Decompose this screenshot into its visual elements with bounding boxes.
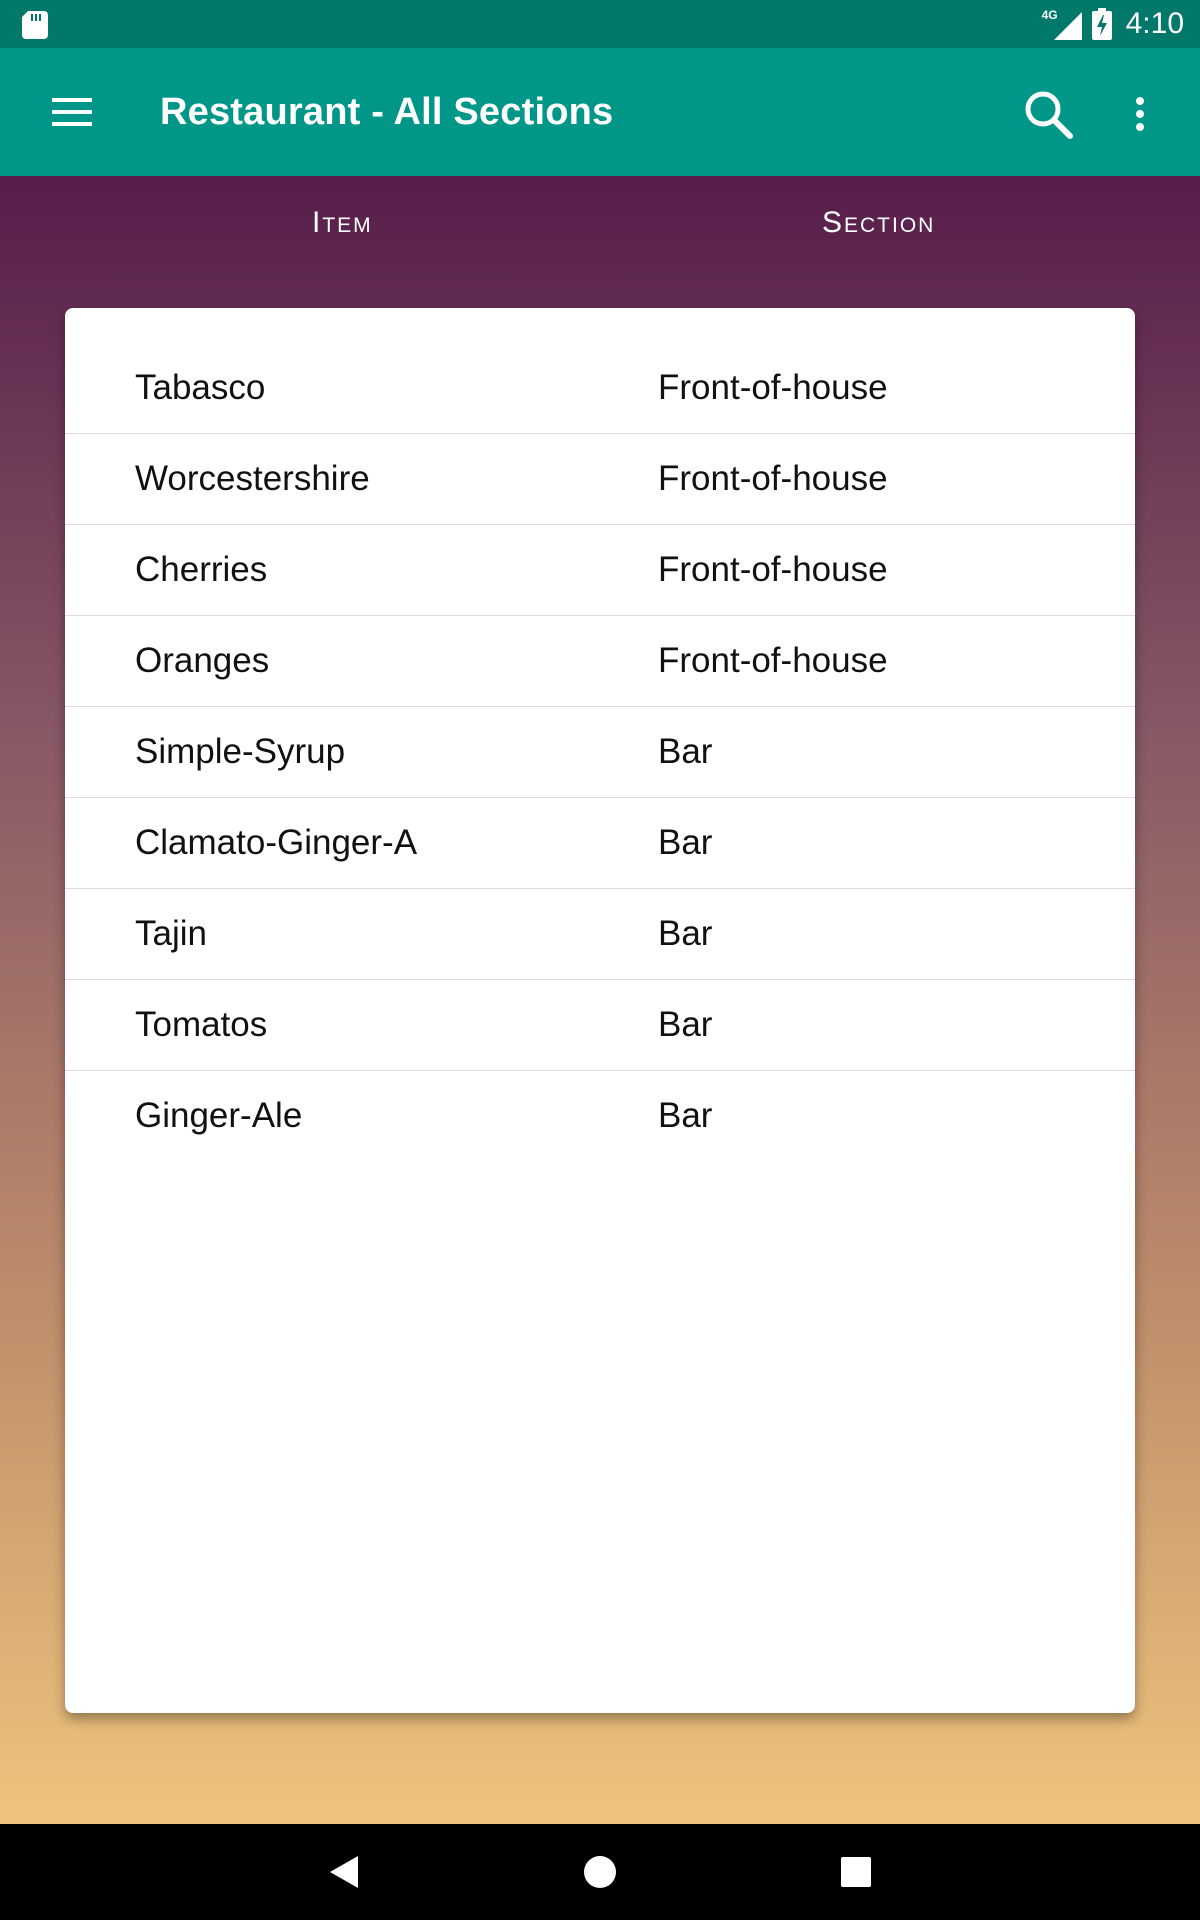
back-icon — [330, 1856, 358, 1888]
search-button[interactable] — [1016, 82, 1080, 146]
search-icon — [1025, 91, 1073, 139]
sd-card-icon — [22, 11, 48, 39]
item-name: Tabasco — [135, 368, 266, 407]
menu-button[interactable] — [38, 82, 106, 142]
item-section: Bar — [658, 1005, 713, 1044]
list-item[interactable]: Tajin Bar — [65, 889, 1135, 980]
back-button[interactable] — [314, 1842, 374, 1902]
item-name: Simple-Syrup — [135, 732, 346, 771]
item-section: Front-of-house — [658, 641, 888, 680]
list-item[interactable]: Tabasco Front-of-house — [65, 343, 1135, 434]
item-name: Tajin — [135, 914, 207, 953]
recents-icon — [841, 1857, 871, 1887]
list-item[interactable]: Ginger-Ale Bar — [65, 1071, 1135, 1161]
list-item[interactable]: Simple-Syrup Bar — [65, 707, 1135, 798]
system-nav-bar — [0, 1824, 1200, 1920]
item-section: Bar — [658, 732, 713, 771]
item-name: Tomatos — [135, 1005, 268, 1044]
main-content: Item Section Tabasco Front-of-house Worc… — [0, 176, 1200, 1824]
home-button[interactable] — [570, 1842, 630, 1902]
list-item[interactable]: Clamato-Ginger-A Bar — [65, 798, 1135, 889]
status-time: 4:10 — [1125, 7, 1184, 40]
list-item[interactable]: Tomatos Bar — [65, 980, 1135, 1071]
item-name: Clamato-Ginger-A — [135, 823, 418, 862]
item-section: Bar — [658, 914, 713, 953]
list-item[interactable]: Oranges Front-of-house — [65, 616, 1135, 707]
item-section: Front-of-house — [658, 368, 888, 407]
item-name: Ginger-Ale — [135, 1096, 303, 1135]
page-title: Restaurant - All Sections — [160, 91, 614, 133]
app-bar: Restaurant - All Sections — [0, 48, 1200, 176]
column-header-item[interactable]: Item — [312, 206, 373, 240]
more-options-button[interactable] — [1110, 82, 1170, 146]
home-icon — [584, 1856, 616, 1888]
status-bar: 4G 4:10 — [0, 0, 1200, 48]
battery-charging-icon — [1091, 8, 1112, 40]
menu-icon — [52, 98, 92, 126]
items-list: Tabasco Front-of-house Worcestershire Fr… — [65, 308, 1135, 1161]
recents-button[interactable] — [826, 1842, 886, 1902]
item-name: Cherries — [135, 550, 268, 589]
list-item[interactable]: Cherries Front-of-house — [65, 525, 1135, 616]
item-section: Front-of-house — [658, 459, 888, 498]
item-name: Worcestershire — [135, 459, 370, 498]
items-card: Tabasco Front-of-house Worcestershire Fr… — [65, 308, 1135, 1713]
signal-icon: 4G — [1042, 8, 1082, 40]
item-name: Oranges — [135, 641, 270, 680]
status-icons: 4G 4:10 — [1042, 0, 1184, 48]
more-vert-icon — [1136, 97, 1144, 131]
list-item[interactable]: Worcestershire Front-of-house — [65, 434, 1135, 525]
item-section: Bar — [658, 823, 713, 862]
item-section: Bar — [658, 1096, 713, 1135]
item-section: Front-of-house — [658, 550, 888, 589]
column-header-section[interactable]: Section — [822, 206, 935, 240]
